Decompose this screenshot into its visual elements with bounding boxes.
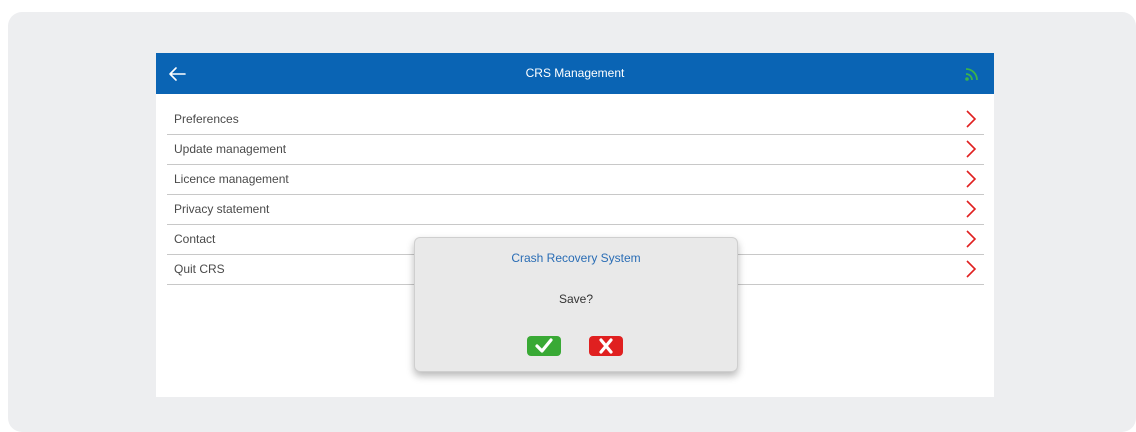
signal-icon: [964, 66, 980, 82]
menu-item-licence-management[interactable]: Licence management: [167, 165, 984, 195]
menu-item-label: Update management: [174, 142, 287, 156]
confirm-save-button[interactable]: [527, 336, 561, 356]
chevron-right-icon: [965, 139, 977, 159]
header-bar: CRS Management: [156, 53, 994, 94]
menu-item-privacy-statement[interactable]: Privacy statement: [167, 195, 984, 225]
dialog-title: Crash Recovery System: [511, 251, 641, 265]
menu-item-label: Privacy statement: [174, 202, 270, 216]
checkmark-icon: [535, 338, 553, 353]
menu-item-preferences[interactable]: Preferences: [167, 105, 984, 135]
menu-item-label: Licence management: [174, 172, 289, 186]
page-title: CRS Management: [525, 66, 625, 80]
cancel-save-button[interactable]: [589, 336, 623, 356]
chevron-right-icon: [965, 169, 977, 189]
menu-item-label: Quit CRS: [174, 262, 225, 276]
menu-item-update-management[interactable]: Update management: [167, 135, 984, 165]
dialog-message: Save?: [558, 292, 594, 306]
chevron-right-icon: [965, 109, 977, 129]
chevron-right-icon: [965, 229, 977, 249]
menu-item-label: Preferences: [174, 112, 239, 126]
menu-item-label: Contact: [174, 232, 216, 246]
chevron-right-icon: [965, 199, 977, 219]
x-icon: [599, 338, 613, 354]
chevron-right-icon: [965, 259, 977, 279]
save-dialog: Crash Recovery System Save?: [414, 237, 738, 372]
